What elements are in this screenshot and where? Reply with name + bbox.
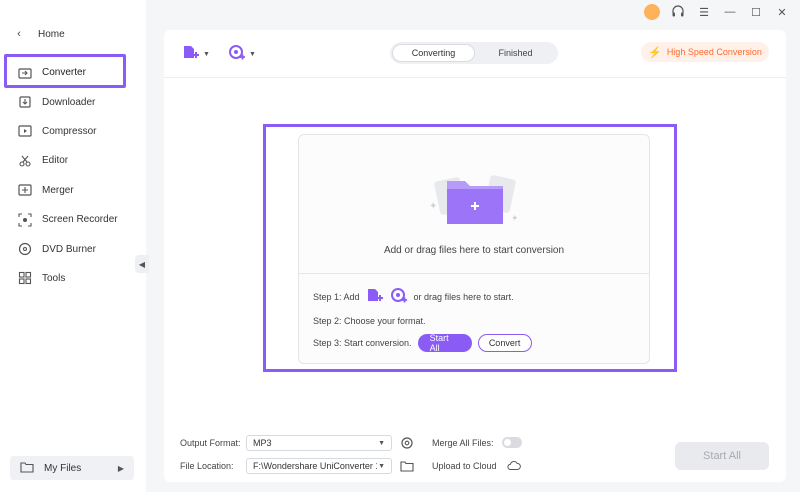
toolbar-divider	[164, 77, 786, 78]
step-3: Step 3: Start conversion. Start All Conv…	[313, 333, 532, 353]
menu-icon[interactable]: ☰	[696, 4, 712, 20]
step-3-text: Step 3: Start conversion.	[313, 338, 412, 348]
drop-zone-text: Add or drag files here to start conversi…	[383, 245, 565, 256]
sidebar-item-downloader[interactable]: Downloader	[0, 87, 146, 116]
screen-recorder-icon	[18, 213, 32, 227]
svg-text:✦: ✦	[511, 214, 519, 224]
start-all-main-button[interactable]: Start All	[675, 442, 769, 470]
sidebar-item-tools[interactable]: Tools	[0, 264, 146, 293]
main-panel: ▼ ▼ Converting Finished ⚡ High Speed Con…	[164, 30, 786, 482]
open-folder-icon[interactable]	[400, 459, 414, 473]
format-settings-icon[interactable]	[400, 436, 414, 450]
maximize-icon[interactable]: ☐	[748, 4, 764, 20]
chevron-left-icon: ‹	[17, 28, 21, 40]
upload-to-cloud-label: Upload to Cloud	[432, 461, 497, 471]
sidebar-item-label: Screen Recorder	[42, 214, 118, 226]
sidebar-item-merger[interactable]: Merger	[0, 176, 146, 205]
status-tabs: Converting Finished	[390, 42, 558, 64]
sidebar-item-label: Tools	[42, 272, 66, 284]
sidebar-item-screen-recorder[interactable]: Screen Recorder	[0, 205, 146, 234]
sidebar-item-label: Editor	[42, 155, 69, 167]
headset-support-icon[interactable]	[670, 4, 686, 20]
step-1: Step 1: Add or drag files here to start.	[313, 287, 514, 307]
output-format-label: Output Format:	[180, 438, 241, 448]
merge-all-files-label: Merge All Files:	[432, 438, 494, 448]
add-files-button[interactable]: ▼	[182, 44, 210, 65]
sidebar: ‹ Home Converter Downloader Compressor E…	[0, 0, 146, 492]
file-location-value: F:\Wondershare UniConverter 1	[253, 461, 377, 471]
my-files-label: My Files	[44, 462, 82, 474]
chevron-down-icon: ▼	[378, 462, 385, 470]
convert-button[interactable]: Convert	[477, 334, 532, 352]
user-avatar-icon[interactable]	[644, 4, 660, 20]
file-location-label: File Location:	[180, 461, 234, 471]
merger-icon	[18, 183, 32, 197]
start-all-button[interactable]: Start All	[417, 333, 472, 353]
add-file-icon	[182, 44, 200, 65]
high-speed-label: High Speed Conversion	[666, 47, 762, 57]
step-2: Step 2: Choose your format.	[313, 316, 426, 326]
sidebar-item-label: Compressor	[42, 125, 97, 137]
chevron-right-icon: ▶	[117, 463, 124, 473]
add-folder-illustration-icon: ✦ ✦	[425, 169, 525, 229]
add-media-icon[interactable]	[390, 287, 408, 307]
drop-zone[interactable]: ✦ ✦ Add or drag files here to start conv…	[298, 134, 650, 364]
home-link[interactable]: ‹ Home	[14, 28, 65, 40]
tab-finished[interactable]: Finished	[475, 44, 556, 62]
bottom-bar: Output Format: MP3 ▼ File Location: F:\W…	[164, 425, 786, 482]
add-media-icon	[228, 44, 246, 65]
output-format-select[interactable]: MP3 ▼	[246, 435, 392, 451]
minimize-icon[interactable]: —	[722, 4, 738, 20]
drop-zone-divider	[299, 273, 649, 274]
downloader-icon	[18, 95, 32, 109]
sidebar-item-label: Merger	[42, 184, 74, 196]
chevron-down-icon: ▼	[378, 439, 385, 447]
merge-all-files-toggle[interactable]	[502, 437, 522, 448]
step-1-prefix: Step 1: Add	[313, 292, 360, 302]
collapse-sidebar-button[interactable]: ◀	[135, 255, 149, 273]
toolbar: ▼ ▼	[182, 44, 256, 65]
title-bar: ☰ — ☐ ✕	[644, 0, 800, 24]
dropdown-caret-icon: ▼	[248, 51, 256, 58]
home-label: Home	[38, 28, 65, 40]
tab-converting[interactable]: Converting	[392, 44, 475, 62]
sidebar-item-label: DVD Burner	[42, 243, 96, 255]
chevron-left-icon: ◀	[138, 259, 146, 269]
sidebar-item-editor[interactable]: Editor	[0, 146, 146, 175]
sidebar-nav: Converter Downloader Compressor Editor M…	[0, 54, 146, 293]
svg-text:✦: ✦	[429, 201, 437, 212]
lightning-icon: ⚡	[648, 46, 662, 59]
sidebar-item-converter[interactable]: Converter	[0, 54, 146, 88]
sidebar-item-compressor[interactable]: Compressor	[0, 117, 146, 146]
highlight-box	[4, 54, 126, 88]
dropdown-caret-icon: ▼	[203, 51, 210, 58]
my-files-button[interactable]: My Files ▶	[10, 456, 134, 480]
file-location-select[interactable]: F:\Wondershare UniConverter 1 ▼	[246, 458, 392, 474]
cloud-upload-icon[interactable]	[507, 459, 521, 473]
high-speed-conversion-button[interactable]: ⚡ High Speed Conversion	[641, 42, 769, 62]
add-media-button[interactable]: ▼	[228, 44, 256, 65]
scissors-icon	[18, 154, 32, 168]
disc-icon	[18, 242, 32, 256]
folder-icon	[20, 461, 34, 476]
sidebar-item-label: Downloader	[42, 96, 96, 108]
tools-grid-icon	[18, 271, 32, 285]
compressor-icon	[18, 124, 32, 138]
sidebar-item-dvd-burner[interactable]: DVD Burner	[0, 234, 146, 263]
step-1-suffix: or drag files here to start.	[413, 292, 514, 302]
output-format-value: MP3	[253, 438, 272, 448]
add-file-icon[interactable]	[366, 287, 384, 307]
close-icon[interactable]: ✕	[774, 4, 790, 20]
